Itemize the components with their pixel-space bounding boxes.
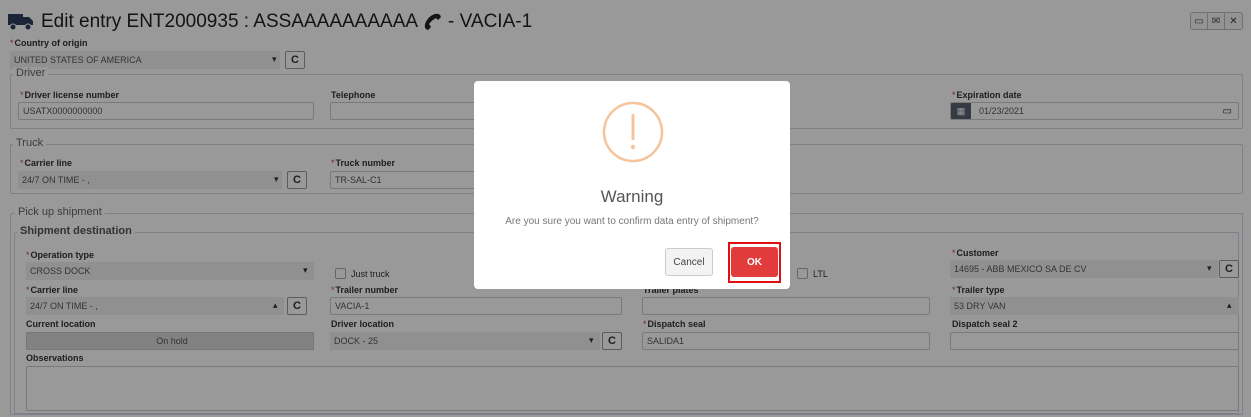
warning-exclamation-icon xyxy=(602,101,664,163)
ok-button[interactable]: OK xyxy=(731,247,778,277)
warning-dialog: Warning Are you sure you want to confirm… xyxy=(474,81,790,289)
dialog-message: Are you sure you want to confirm data en… xyxy=(505,216,759,227)
dialog-title: Warning xyxy=(600,187,664,206)
cancel-button[interactable]: Cancel xyxy=(665,248,713,276)
